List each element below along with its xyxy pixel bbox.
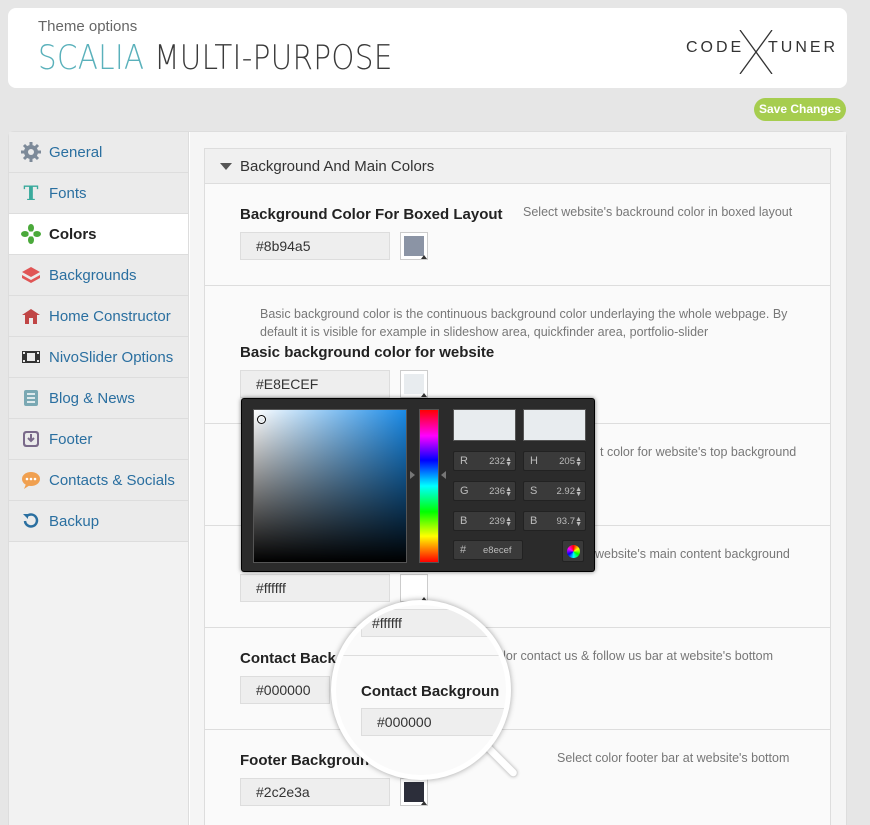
field-description: Select website's backround color in boxe… — [523, 205, 793, 219]
color-input[interactable]: #E8ECEF — [240, 370, 390, 398]
new-color-preview — [453, 409, 516, 441]
layers-icon — [21, 265, 41, 285]
save-changes-button[interactable]: Save Changes — [754, 98, 846, 121]
color-input[interactable]: #2c2e3a — [240, 778, 390, 806]
restore-icon — [21, 511, 41, 531]
saturation-field[interactable]: S 2.92 ▲ ▼ — [523, 481, 586, 501]
title-accent: SCALIA — [38, 38, 145, 78]
magnified-label: Contact Backgroun — [361, 683, 500, 700]
section-title: Background And Main Colors — [240, 158, 435, 175]
magnified-input: #000000 — [361, 708, 506, 736]
sidebar-item-label: Blog & News — [49, 390, 135, 407]
collapse-triangle-icon[interactable] — [220, 163, 232, 170]
green-field[interactable]: G 236 ▲ ▼ — [453, 481, 516, 501]
hue-slider[interactable] — [419, 409, 439, 563]
field-description: website's main content background — [595, 547, 790, 561]
field-label: Basic background color for website — [240, 344, 495, 361]
sidebar-item-label: Colors — [49, 226, 97, 243]
sidebar-item-label: Footer — [49, 431, 93, 448]
hue-field[interactable]: H 205 ▲ ▼ — [523, 451, 586, 471]
sidebar-item-label: General — [49, 144, 103, 161]
palette-icon — [21, 224, 41, 244]
page-title: SCALIA MULTI-PURPOSE — [38, 38, 393, 78]
color-picker-popup: R 232 ▲ ▼ G 236 ▲ ▼ B 239 ▲ ▼ H 205 ▲ ▼ S 2.92 ▲ ▼ B 93.… — [241, 398, 595, 572]
color-input[interactable]: #ffffff — [240, 574, 390, 602]
color-swatch-button[interactable] — [400, 370, 428, 398]
color-input[interactable]: #000000 — [240, 676, 330, 704]
swatch-color — [404, 782, 424, 802]
blue-field[interactable]: B 239 ▲ ▼ — [453, 511, 516, 531]
house-icon — [21, 306, 41, 326]
sidebar-item-backgrounds[interactable]: Backgrounds — [9, 255, 188, 296]
logo-text-right: TUNER — [768, 39, 839, 56]
red-field[interactable]: R 232 ▲ ▼ — [453, 451, 516, 471]
color-wheel-button[interactable] — [562, 540, 584, 562]
brightness-field[interactable]: B 93.7 ▲ ▼ — [523, 511, 586, 531]
color-swatch-button[interactable] — [400, 574, 428, 602]
field-description: Basic background color is the continuous… — [260, 307, 788, 339]
sidebar-item-fonts[interactable]: T Fonts — [9, 173, 188, 214]
hue-arrow-left-icon — [410, 471, 415, 479]
download-icon — [21, 429, 41, 449]
sidebar-item-label: Contacts & Socials — [49, 472, 175, 489]
sidebar-item-general[interactable]: General — [9, 132, 188, 173]
divider — [336, 655, 506, 656]
sidebar-item-home-constructor[interactable]: Home Constructor — [9, 296, 188, 337]
gear-icon — [21, 142, 41, 162]
section-header[interactable]: Background And Main Colors — [205, 149, 830, 184]
header: Theme options SCALIA MULTI-PURPOSE CODE … — [8, 8, 847, 88]
swatch-color — [404, 374, 424, 394]
color-wheel-icon — [567, 545, 580, 558]
sidebar-item-blog-news[interactable]: Blog & News — [9, 378, 188, 419]
saturation-area[interactable] — [253, 409, 407, 563]
field-description: t color for website's top background — [600, 445, 797, 459]
sidebar-item-label: Backgrounds — [49, 267, 137, 284]
sidebar-item-footer[interactable]: Footer — [9, 419, 188, 460]
sidebar: General T Fonts Colors Backgrounds Home … — [9, 132, 189, 825]
field-label: Footer Backgroun — [240, 752, 370, 769]
sidebar-item-label: NivoSlider Options — [49, 349, 174, 366]
swatch-color — [404, 578, 424, 598]
sidebar-item-contacts-socials[interactable]: Contacts & Socials — [9, 460, 188, 501]
field-label: Contact Back — [240, 650, 336, 667]
sidebar-item-label: Fonts — [49, 185, 87, 202]
sidebar-item-colors[interactable]: Colors — [9, 214, 188, 255]
magnified-input: #ffffff — [361, 609, 506, 637]
magnifier-lens: #ffffff Contact Backgroun #000000 — [331, 600, 511, 780]
color-swatch-button[interactable] — [400, 778, 428, 806]
field-footer-background: Footer Backgroun Select color footer bar… — [205, 730, 830, 825]
sidebar-item-backup[interactable]: Backup — [9, 501, 188, 542]
color-input[interactable]: #8b94a5 — [240, 232, 390, 260]
field-description: t color contact us & follow us bar at we… — [483, 649, 774, 663]
film-icon — [21, 347, 41, 367]
field-label: Background Color For Boxed Layout — [240, 206, 503, 223]
hex-field[interactable]: # e8ecef — [453, 540, 523, 560]
sidebar-item-label: Backup — [49, 513, 100, 530]
sidebar-item-nivoslider-options[interactable]: NivoSlider Options — [9, 337, 188, 378]
field-boxed-background: Background Color For Boxed Layout Select… — [205, 184, 830, 286]
color-swatch-button[interactable] — [400, 232, 428, 260]
saturation-cursor[interactable] — [257, 415, 266, 424]
title-rest: MULTI-PURPOSE — [154, 38, 393, 78]
theme-options-label: Theme options — [38, 18, 138, 35]
chat-icon — [21, 470, 41, 490]
field-contact-background: Contact Back t color contact us & follow… — [205, 628, 830, 730]
current-color-preview[interactable] — [523, 409, 586, 441]
font-icon: T — [23, 181, 39, 205]
codextuner-logo: CODE TUNER — [686, 30, 835, 74]
list-icon — [21, 388, 41, 408]
field-description: Select color footer bar at website's bot… — [557, 751, 790, 765]
swatch-color — [404, 236, 424, 256]
sidebar-item-label: Home Constructor — [49, 308, 171, 325]
hue-arrow-right-icon — [441, 471, 446, 479]
